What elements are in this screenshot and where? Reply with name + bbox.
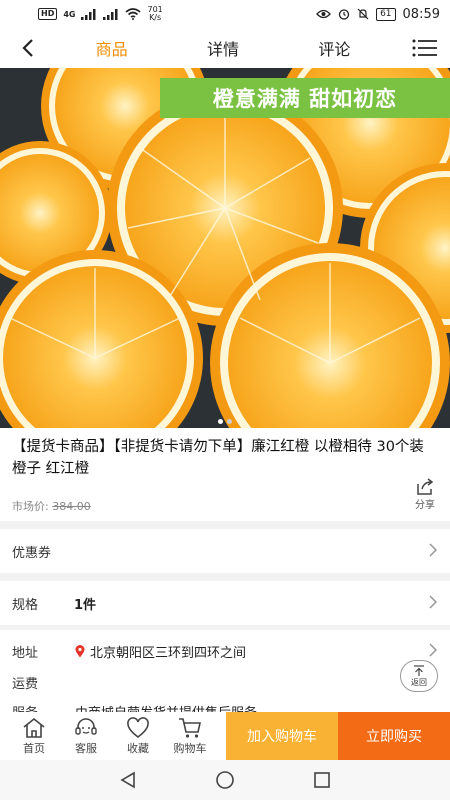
bottom-action-bar: 首页 客服 收藏 购物车 加入购物车 立即购买 [0, 712, 450, 760]
buy-now-button[interactable]: 立即购买 [338, 712, 450, 760]
spec-row[interactable]: 规格 1件 [0, 581, 450, 625]
address-selector[interactable]: 北京朝阳区三环到四环之间 [75, 642, 246, 661]
network-label: 4G [63, 9, 76, 19]
home-label: 首页 [23, 741, 45, 755]
system-recents-icon[interactable] [313, 771, 331, 789]
app-screen: HD 4G 701 K/s 61 08:59 商品 详情 评论 橙意满满 甜如初… [0, 0, 450, 800]
customer-service-button[interactable]: 客服 [60, 712, 112, 760]
customer-service-label: 客服 [75, 741, 97, 755]
battery-indicator: 61 [376, 7, 396, 21]
tab-details[interactable]: 详情 [207, 36, 239, 60]
share-button[interactable]: 分享 [410, 478, 440, 511]
favorite-button[interactable]: 收藏 [112, 712, 164, 760]
menu-icon [412, 39, 437, 57]
back-to-top-button[interactable]: 返回 [400, 660, 438, 692]
carousel-dot[interactable] [227, 419, 232, 424]
spec-value: 1件 [74, 597, 97, 613]
product-image-carousel[interactable]: 橙意满满 甜如初恋 [0, 68, 450, 428]
tab-product[interactable]: 商品 [96, 36, 128, 60]
clock: 08:59 [402, 6, 440, 22]
nav-tabs: 商品 详情 评论 [56, 36, 400, 60]
system-home-icon[interactable] [215, 770, 235, 790]
mute-icon [357, 8, 369, 20]
product-info: 【提货卡商品】【非提货卡请勿下单】廉江红橙 以橙相待 30个装 橙子 红江橙 市… [0, 428, 450, 521]
market-price-value: 384.00 [52, 500, 91, 513]
carousel-dots [0, 419, 450, 424]
signal-icon-2 [103, 8, 118, 20]
arrow-up-icon [414, 664, 424, 676]
back-button[interactable] [0, 28, 56, 68]
promo-banner: 橙意满满 甜如初恋 [160, 78, 450, 118]
address-value: 北京朝阳区三环到四环之间 [90, 646, 247, 661]
cart-icon [179, 717, 201, 738]
spec-label: 规格 [12, 597, 39, 613]
menu-button[interactable] [400, 28, 450, 68]
product-title: 【提货卡商品】【非提货卡请勿下单】廉江红橙 以橙相待 30个装 橙子 红江橙 [12, 439, 424, 477]
wifi-icon [125, 8, 142, 20]
chevron-right-icon [429, 595, 438, 609]
coupon-row[interactable]: 优惠券 [0, 529, 450, 573]
signal-icon [81, 8, 96, 20]
tab-reviews[interactable]: 评论 [318, 36, 350, 60]
home-button[interactable]: 首页 [8, 712, 60, 760]
carousel-dot[interactable] [218, 419, 223, 424]
eye-icon [316, 9, 331, 19]
back-to-top-label: 返回 [411, 677, 427, 687]
top-nav: 商品 详情 评论 [0, 28, 450, 68]
orange-slices-image [0, 68, 450, 428]
alarm-icon [338, 9, 350, 20]
customer-service-icon [75, 717, 97, 735]
back-arrow-icon [22, 39, 33, 57]
cart-button[interactable]: 购物车 [164, 712, 216, 760]
net-speed: 701 K/s [147, 5, 163, 22]
share-icon [417, 478, 434, 495]
market-price: 市场价: 384.00 [12, 498, 91, 514]
system-back-icon[interactable] [119, 771, 137, 789]
favorite-label: 收藏 [127, 741, 149, 755]
hd-indicator: HD [38, 8, 58, 20]
heart-icon [127, 716, 149, 738]
chevron-right-icon [429, 543, 438, 557]
shipping-label: 运费 [12, 677, 39, 692]
chevron-right-icon [429, 643, 438, 657]
coupon-label: 优惠券 [12, 545, 52, 561]
status-bar: HD 4G 701 K/s 61 08:59 [0, 0, 450, 28]
delivery-section: 地址 北京朝阳区三环到四环之间 运费 服务 由商城自营发货并提供售后服务 返回 [0, 630, 450, 721]
home-icon [23, 717, 45, 738]
location-pin-icon [75, 645, 85, 658]
address-label: 地址 [12, 646, 39, 661]
system-nav-bar [0, 760, 450, 800]
market-price-label: 市场价: [12, 500, 49, 513]
add-to-cart-button[interactable]: 加入购物车 [226, 712, 338, 760]
cart-label: 购物车 [173, 741, 207, 755]
share-label: 分享 [415, 500, 435, 511]
